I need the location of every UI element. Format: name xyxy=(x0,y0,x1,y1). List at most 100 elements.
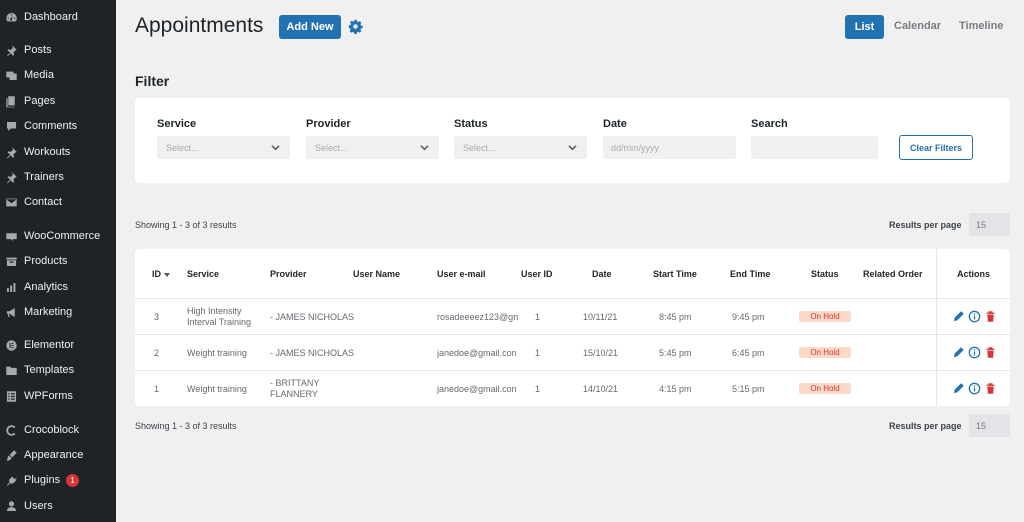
provider-select-value: Select... xyxy=(315,142,348,153)
sidebar-item-comments[interactable]: Comments xyxy=(0,114,116,138)
sidebar-item-posts[interactable]: Posts xyxy=(0,38,116,62)
column-header-provider[interactable]: Provider xyxy=(270,269,307,279)
service-select[interactable]: Select... xyxy=(157,136,290,159)
column-header-service[interactable]: Service xyxy=(187,269,219,279)
comment-icon xyxy=(5,120,18,133)
add-new-button[interactable]: Add New xyxy=(279,15,341,39)
cell-user-id: 1 xyxy=(535,384,541,394)
sidebar-item-plugins[interactable]: Plugins 1 xyxy=(0,468,116,492)
column-header-related-order[interactable]: Related Order xyxy=(863,269,923,279)
status-badge: On Hold xyxy=(799,383,851,394)
cell-user-id: 1 xyxy=(535,312,541,322)
column-header-start-time[interactable]: Start Time xyxy=(653,269,697,279)
sidebar-item-label: Templates xyxy=(24,364,75,376)
pin-icon xyxy=(5,146,18,159)
products-icon xyxy=(5,255,18,268)
cell-end-time: 6:45 pm xyxy=(732,348,765,358)
cell-user-email: rosadeeeez123@gn xyxy=(437,312,519,322)
sidebar-item-products[interactable]: Products xyxy=(0,249,116,273)
sidebar-item-elementor[interactable]: Elementor xyxy=(0,333,116,357)
column-header-user-id[interactable]: User ID xyxy=(521,269,553,279)
filter-heading: Filter xyxy=(135,73,170,89)
provider-select[interactable]: Select... xyxy=(306,136,439,159)
sidebar-item-label: Comments xyxy=(24,120,78,132)
results-per-page-value: 15 xyxy=(976,219,987,230)
status-select[interactable]: Select... xyxy=(454,136,587,159)
elementor-icon xyxy=(5,339,18,352)
table-row: 3 High Intensity Interval Training - JAM… xyxy=(135,298,1010,334)
column-header-id[interactable]: ID xyxy=(152,269,170,279)
appointments-table: ID Service Provider User Name User e-mai… xyxy=(135,249,1010,406)
date-field[interactable]: dd/mm/yyyy xyxy=(603,136,736,159)
edit-icon[interactable] xyxy=(952,310,965,323)
results-summary: Showing 1 - 3 of 3 results xyxy=(135,220,237,230)
delete-icon[interactable] xyxy=(984,346,997,359)
info-icon[interactable] xyxy=(968,382,981,395)
sidebar-item-users[interactable]: Users xyxy=(0,494,116,518)
sidebar-item-woocommerce[interactable]: WooCommerce xyxy=(0,224,116,248)
edit-icon[interactable] xyxy=(952,346,965,359)
admin-sidebar: Dashboard Posts Media Pages Comments Wor… xyxy=(0,0,116,522)
crocoblock-icon xyxy=(5,424,18,437)
sidebar-item-marketing[interactable]: Marketing xyxy=(0,300,116,324)
sidebar-item-workouts[interactable]: Workouts xyxy=(0,140,116,164)
delete-icon[interactable] xyxy=(984,310,997,323)
cell-id: 1 xyxy=(154,384,160,394)
sidebar-item-contact[interactable]: Contact xyxy=(0,190,116,214)
column-header-user-name[interactable]: User Name xyxy=(353,269,400,279)
cell-date: 14/10/21 xyxy=(583,384,619,394)
plugins-update-badge: 1 xyxy=(66,473,80,487)
view-calendar-link[interactable]: Calendar xyxy=(894,20,941,32)
column-header-status[interactable]: Status xyxy=(811,269,839,279)
provider-label: Provider xyxy=(306,118,351,130)
sidebar-item-analytics[interactable]: Analytics xyxy=(0,275,116,299)
results-per-page-input[interactable]: 15 xyxy=(969,213,1010,236)
column-header-user-email[interactable]: User e-mail xyxy=(437,269,486,279)
sidebar-item-label: Media xyxy=(24,69,54,81)
info-icon[interactable] xyxy=(968,310,981,323)
sidebar-item-pages[interactable]: Pages xyxy=(0,89,116,113)
pin-icon xyxy=(5,171,18,184)
analytics-icon xyxy=(5,281,18,294)
sidebar-item-wpforms[interactable]: WPForms xyxy=(0,384,116,408)
sidebar-item-label: Marketing xyxy=(24,306,73,318)
filter-panel: Service Select... Provider Select... Sta… xyxy=(135,98,1010,183)
cell-service: Weight training xyxy=(187,348,247,358)
chevron-down-icon xyxy=(271,143,280,152)
cell-user-email: janedoe@gmail.con xyxy=(437,384,517,394)
gear-icon[interactable] xyxy=(348,19,363,35)
service-select-value: Select... xyxy=(166,142,199,153)
folder-icon xyxy=(5,364,18,377)
sort-desc-icon xyxy=(164,272,170,277)
edit-icon[interactable] xyxy=(952,382,965,395)
table-row: 2 Weight training - JAMES NICHOLAS janed… xyxy=(135,334,1010,370)
sidebar-item-appearance[interactable]: Appearance xyxy=(0,443,116,467)
view-list-button[interactable]: List xyxy=(845,15,884,39)
search-input[interactable] xyxy=(751,136,878,159)
column-header-end-time[interactable]: End Time xyxy=(730,269,770,279)
results-per-page-value: 15 xyxy=(976,420,987,431)
plugin-icon xyxy=(5,474,18,487)
results-per-page-input-bottom[interactable]: 15 xyxy=(969,414,1010,437)
date-placeholder: dd/mm/yyyy xyxy=(611,142,660,153)
sidebar-item-dashboard[interactable]: Dashboard xyxy=(0,5,116,29)
cell-user-id: 1 xyxy=(535,348,541,358)
clear-filters-button[interactable]: Clear Filters xyxy=(899,135,973,160)
delete-icon[interactable] xyxy=(984,382,997,395)
media-icon xyxy=(5,69,18,82)
sidebar-item-crocoblock[interactable]: Crocoblock xyxy=(0,418,116,442)
table-row: 1 Weight training - BRITTANY FLANNERY ja… xyxy=(135,370,1010,406)
brush-icon xyxy=(5,449,18,462)
results-summary-bottom: Showing 1 - 3 of 3 results xyxy=(135,421,237,431)
sidebar-item-templates[interactable]: Templates xyxy=(0,358,116,382)
sidebar-item-media[interactable]: Media xyxy=(0,63,116,87)
sidebar-item-label: WPForms xyxy=(24,390,73,402)
info-icon[interactable] xyxy=(968,346,981,359)
sidebar-item-trainers[interactable]: Trainers xyxy=(0,165,116,189)
status-badge: On Hold xyxy=(799,311,851,322)
cell-start-time: 5:45 pm xyxy=(659,348,692,358)
service-label: Service xyxy=(157,118,197,130)
view-timeline-link[interactable]: Timeline xyxy=(959,20,1003,32)
mail-icon xyxy=(5,196,18,209)
column-header-date[interactable]: Date xyxy=(592,269,612,279)
